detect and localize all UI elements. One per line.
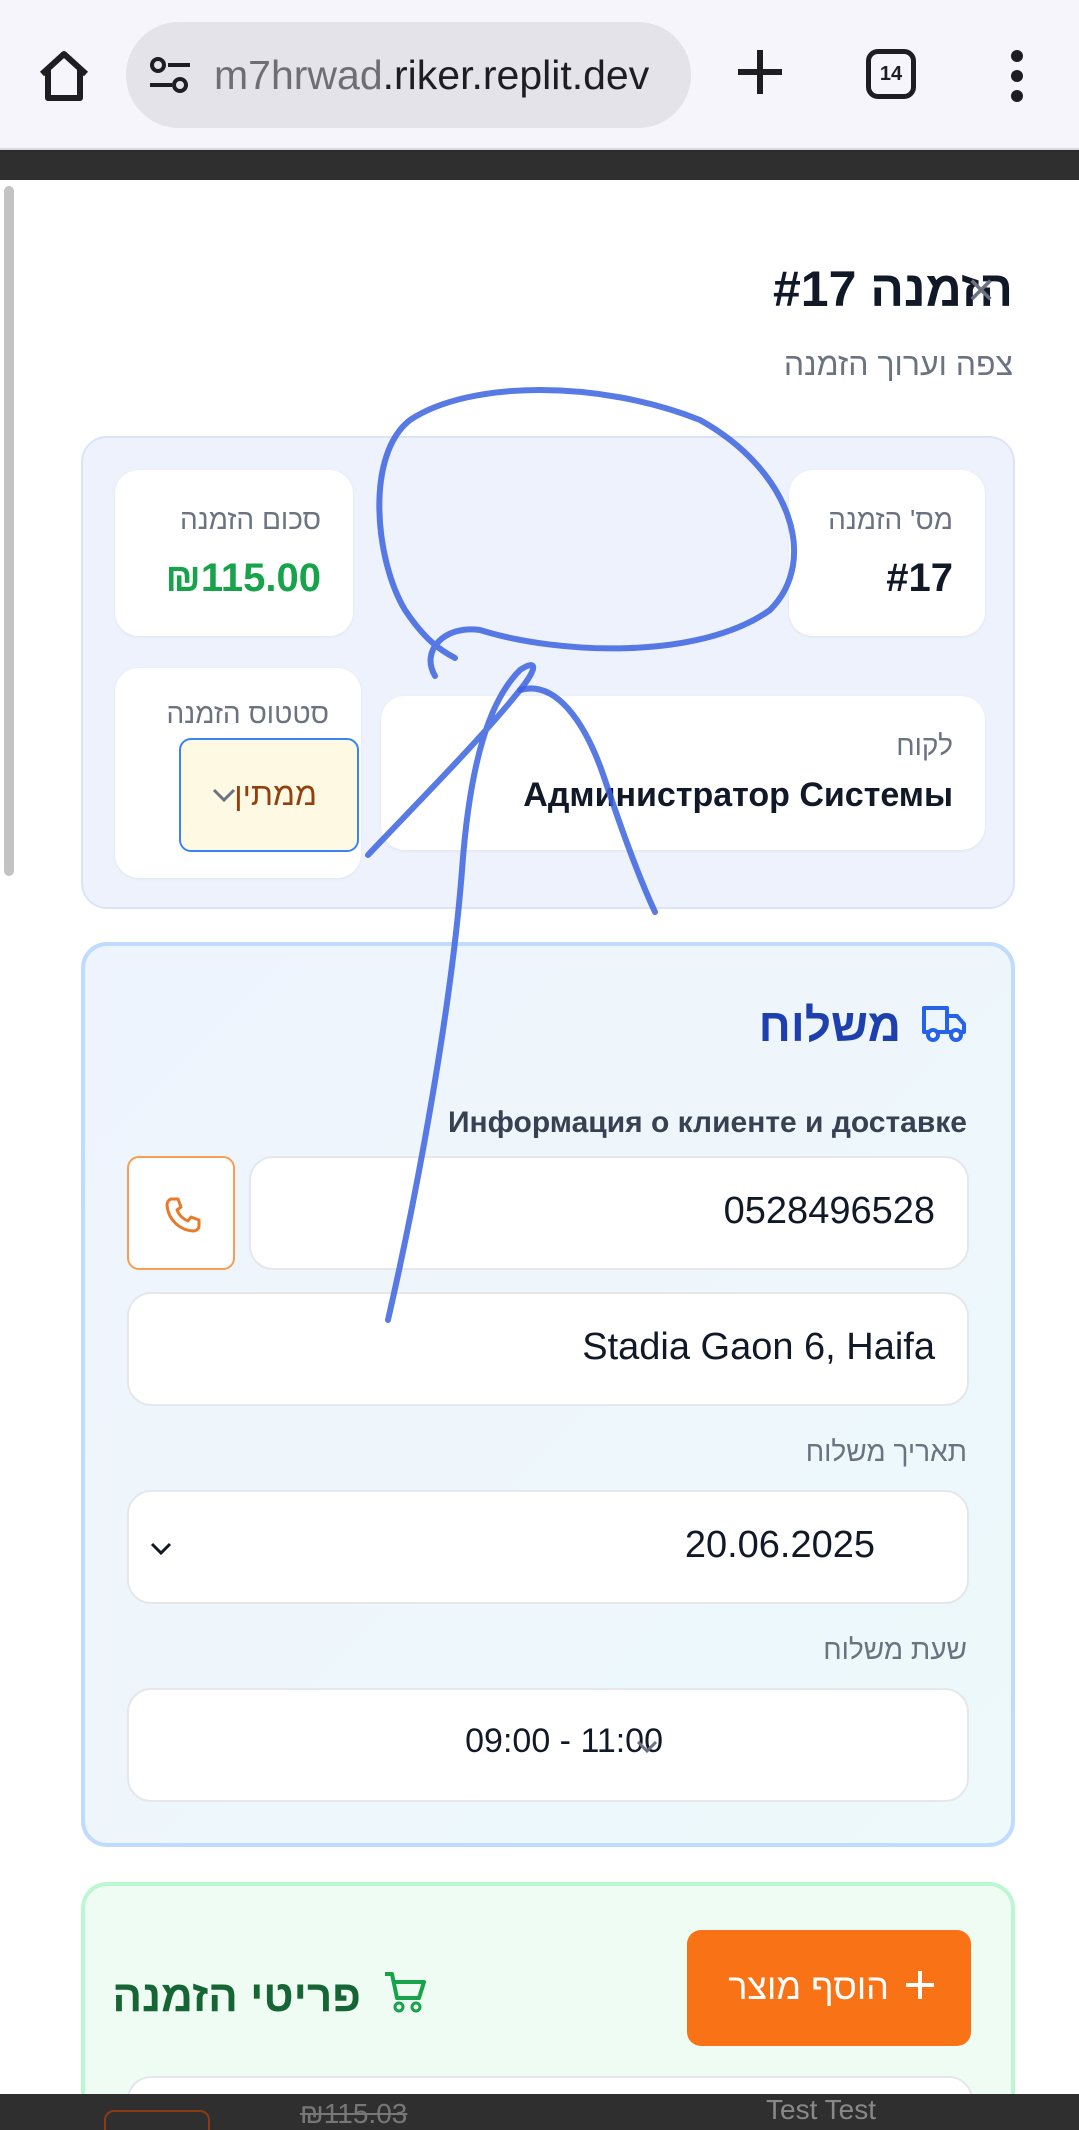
peek-name: Test Test [766, 2094, 876, 2125]
delivery-date-value: 20.06.2025 [684, 1524, 875, 1566]
overlay-backdrop [0, 152, 1079, 180]
quantity-box [104, 2110, 210, 2130]
peek-price: ₪115.03 [300, 2098, 408, 2129]
status-card: סטטוס הזמנה ממתין [115, 668, 361, 878]
chevron-down-icon [209, 780, 239, 810]
status-select[interactable]: ממתין [179, 738, 359, 852]
order-items-section: פריטי הזמנה הוסף מוצר [81, 1882, 1015, 2102]
order-total-value: ₪115.00 [165, 556, 322, 600]
address-bar[interactable]: m7hrwad.riker.replit.dev [126, 22, 691, 128]
modal-subtitle: צפה וערוך הזמנה [783, 346, 1013, 382]
chevron-down-icon [147, 1534, 175, 1562]
home-icon[interactable] [32, 44, 96, 108]
order-number-label: מס' הזמנה [828, 504, 953, 535]
delivery-date-select[interactable]: 20.06.2025 [127, 1490, 969, 1604]
address-field[interactable]: Stadia Gaon 6, Haifa [127, 1292, 969, 1406]
more-menu-icon[interactable] [1000, 48, 1034, 104]
order-number-card: מס' הזמנה #17 [789, 470, 985, 636]
order-modal: הזמנה #17 ✕ צפה וערוך הזמנה מס' הזמנה #1… [0, 180, 1079, 2102]
browser-toolbar: m7hrwad.riker.replit.dev 14 [0, 0, 1079, 150]
new-tab-icon[interactable] [730, 42, 790, 102]
customer-label: לקוח [896, 730, 953, 761]
url-text: m7hrwad.riker.replit.dev [214, 52, 674, 99]
order-total-label: סכום הזמנה [180, 504, 321, 535]
shipping-section: משלוח Информация о клиенте и доставке 05… [81, 942, 1015, 1847]
close-icon[interactable]: ✕ [966, 270, 996, 312]
url-prefix: m7hrwad [214, 52, 383, 98]
truck-icon [921, 1002, 967, 1044]
delivery-date-label: תאריך משלוח [805, 1436, 967, 1467]
scrollbar[interactable] [4, 186, 14, 876]
order-items-title: פריטי הזמנה [112, 1972, 361, 2021]
delivery-time-select[interactable]: 09:00 - 11:00 [127, 1688, 969, 1802]
call-button[interactable] [127, 1156, 235, 1270]
chevron-down-icon [633, 1732, 661, 1760]
shipping-subtitle: Информация о клиенте и доставке [447, 1106, 967, 1139]
order-number-value: #17 [886, 556, 953, 600]
phone-field[interactable]: 0528496528 [249, 1156, 969, 1270]
shipping-title: משלוח [758, 999, 901, 1051]
phone-value: 0528496528 [723, 1190, 935, 1232]
order-summary: מס' הזמנה #17 סכום הזמנה ₪115.00 לקוח Ад… [81, 436, 1015, 909]
customer-value: Администратор Системы [523, 776, 953, 814]
url-domain: .riker.replit.dev [382, 52, 650, 98]
customer-card: לקוח Администратор Системы [381, 696, 985, 850]
address-value: Stadia Gaon 6, Haifa [582, 1326, 935, 1368]
cart-icon [383, 1970, 427, 2014]
delivery-time-label: שעת משלוח [823, 1634, 967, 1665]
plus-icon [903, 1968, 937, 2002]
status-label: סטטוס הזמנה [166, 698, 329, 729]
status-value: ממתין [234, 776, 317, 812]
add-product-label: הוסף מוצר [728, 1966, 889, 2007]
page-behind-overlay: ₪115.03 Test Test [0, 2094, 1079, 2130]
phone-icon [165, 1197, 201, 1233]
add-product-button[interactable]: הוסף מוצר [687, 1930, 971, 2046]
tab-switcher-button[interactable]: 14 [866, 49, 916, 99]
order-total-card: סכום הזמנה ₪115.00 [115, 470, 353, 636]
site-settings-icon[interactable] [148, 55, 192, 95]
